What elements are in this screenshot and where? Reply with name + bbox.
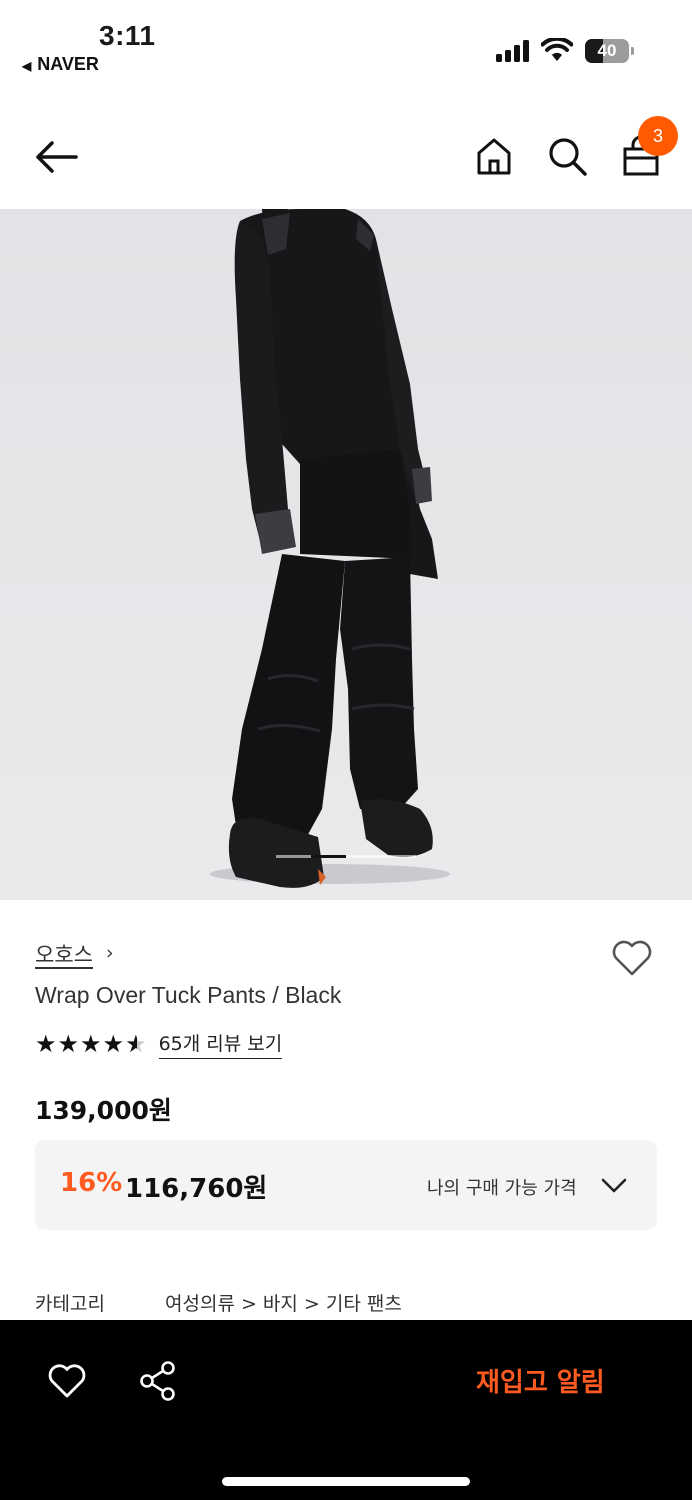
rating-stars: ★ ★ ★ ★ ★ bbox=[35, 1032, 147, 1056]
home-icon[interactable] bbox=[472, 134, 516, 178]
discount-rate: 16% bbox=[60, 1168, 123, 1198]
search-icon[interactable] bbox=[545, 134, 589, 178]
home-indicator[interactable] bbox=[222, 1477, 470, 1486]
cart-badge[interactable]: 3 bbox=[638, 116, 678, 156]
chevron-down-icon[interactable] bbox=[600, 1173, 628, 1197]
product-image-gallery[interactable] bbox=[0, 209, 692, 900]
star-icon: ★ bbox=[80, 1030, 102, 1058]
my-price-box[interactable]: 16% 116,760원 나의 구매 가능 가격 bbox=[35, 1140, 657, 1230]
back-arrow-icon[interactable] bbox=[32, 136, 80, 178]
star-icon: ★ bbox=[102, 1030, 125, 1058]
wifi-icon bbox=[541, 38, 573, 61]
sale-price: 116,760원 bbox=[125, 1174, 268, 1204]
battery-icon: 40 bbox=[585, 39, 635, 63]
share-icon[interactable] bbox=[138, 1360, 178, 1402]
back-to-app-link[interactable]: ◀ NAVER bbox=[22, 54, 99, 75]
product-photo bbox=[0, 209, 692, 900]
status-bar: 3:11 ◀ NAVER 40 bbox=[0, 0, 692, 90]
gallery-indicator-active bbox=[311, 855, 346, 858]
cellular-signal-icon bbox=[496, 40, 529, 62]
battery-level: 40 bbox=[597, 41, 617, 60]
review-link[interactable]: 65개 리뷰 보기 bbox=[158, 1029, 283, 1059]
product-rating: ★ ★ ★ ★ ★ 65개 리뷰 보기 bbox=[35, 1029, 283, 1059]
back-app-label: NAVER bbox=[37, 54, 99, 74]
brand-chevron-icon: › bbox=[106, 942, 114, 964]
wishlist-heart-icon[interactable] bbox=[610, 936, 654, 980]
my-price-label: 나의 구매 가능 가격 bbox=[427, 1178, 577, 1199]
star-icon: ★ bbox=[57, 1030, 80, 1058]
restock-alert-button[interactable]: 재입고 알림 bbox=[476, 1362, 605, 1399]
bottom-action-bar: 재입고 알림 bbox=[0, 1320, 692, 1500]
category-breadcrumb[interactable]: 여성의류 > 바지 > 기타 팬츠 bbox=[165, 1289, 402, 1316]
heart-icon[interactable] bbox=[46, 1360, 88, 1402]
brand-link[interactable]: 오호스 bbox=[35, 939, 93, 969]
top-navigation bbox=[0, 110, 692, 206]
original-price: 139,000원 bbox=[35, 1096, 172, 1125]
star-icon: ★ bbox=[35, 1030, 57, 1058]
back-triangle-icon: ◀ bbox=[22, 59, 32, 73]
status-time: 3:11 bbox=[99, 20, 156, 51]
category-label: 카테고리 bbox=[35, 1293, 105, 1315]
product-name: Wrap Over Tuck Pants / Black bbox=[35, 982, 342, 1008]
gallery-page-indicator bbox=[276, 855, 416, 858]
half-star-icon: ★ bbox=[125, 1030, 147, 1058]
